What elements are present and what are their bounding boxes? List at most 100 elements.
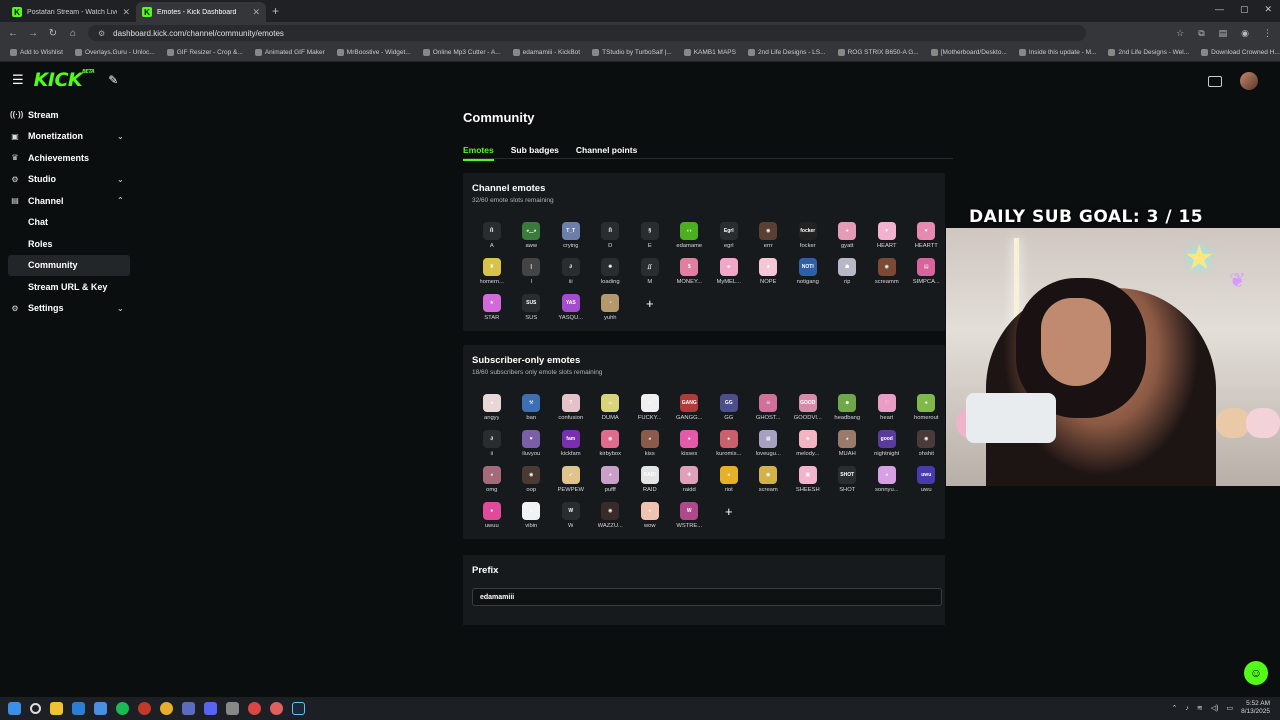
emote-item[interactable]: | I xyxy=(512,258,552,285)
emote-item[interactable]: ∂ ii xyxy=(472,430,512,457)
emote-item[interactable]: ◕ sonnyu... xyxy=(867,466,907,493)
bookmark-item[interactable]: Online Mp3 Cutter - A... xyxy=(422,49,501,56)
sidebar-subitem-chat[interactable]: Chat xyxy=(0,212,140,234)
bookmark-item[interactable]: 2nd Life Designs - LS... xyxy=(747,49,826,56)
emote-item[interactable]: GG GG xyxy=(709,394,749,421)
app-icon[interactable] xyxy=(182,702,195,715)
emote-item[interactable]: ႶA xyxy=(472,222,512,249)
bookmark-item[interactable]: edamamiii - KickBot xyxy=(512,49,580,56)
bookmark-item[interactable]: KAMB1 MAPS xyxy=(683,49,736,56)
creator-pen-icon[interactable]: ✎ xyxy=(108,73,118,87)
emote-item[interactable]: ♥ HEART xyxy=(867,222,907,249)
emote-item[interactable]: ◉ screamm xyxy=(867,258,907,285)
maximize-icon[interactable]: ▢ xyxy=(1240,4,1249,15)
search-icon[interactable] xyxy=(30,703,41,714)
emote-item[interactable]: ◔ yuhh xyxy=(591,294,631,321)
url-field[interactable]: ⚙ dashboard.kick.com/channel/community/e… xyxy=(88,25,1087,41)
chevron-icon[interactable]: ⌃ xyxy=(117,196,124,205)
start-icon[interactable] xyxy=(8,702,21,715)
emote-item[interactable]: ◕ pufff xyxy=(591,466,631,493)
emote-item[interactable]: ? confusion xyxy=(551,394,591,421)
back-icon[interactable]: ← xyxy=(8,28,18,39)
emote-item[interactable]: ● gyatt xyxy=(828,222,868,249)
extensions-icon[interactable]: ⧉ xyxy=(1198,28,1204,39)
emote-item[interactable]: ႶD xyxy=(591,222,631,249)
sidebar-subitem-roles[interactable]: Roles xyxy=(0,233,140,255)
emote-item[interactable]: WW xyxy=(551,502,591,529)
emote-item[interactable]: SHOT SHOT xyxy=(828,466,868,493)
emote-item[interactable]: ☗ rip xyxy=(828,258,868,285)
emote-item[interactable]: ♣ MyMEL... xyxy=(709,258,749,285)
sidebar-item-achievements[interactable]: ♛ Achievements xyxy=(0,147,140,169)
emote-item[interactable]: ♠ kuromis... xyxy=(709,430,749,457)
mod-view-icon[interactable] xyxy=(1208,75,1222,87)
emote-item[interactable]: ☻ headbang xyxy=(828,394,868,421)
emote-item[interactable]: ● homerout xyxy=(907,394,947,421)
discord-icon[interactable] xyxy=(204,702,217,715)
emote-item[interactable]: ◉ ohshit xyxy=(907,430,947,457)
bookmark-item[interactable]: TStudio by TurboSalf |... xyxy=(592,49,672,56)
emote-item[interactable]: ▦ loveugu... xyxy=(749,430,789,457)
emote-item[interactable]: ☺ DUMA xyxy=(591,394,631,421)
emote-item[interactable]: ◕ kiss xyxy=(630,430,670,457)
emote-item[interactable]: $ MONEY... xyxy=(670,258,710,285)
emote-item[interactable]: ✚ raidd xyxy=(670,466,710,493)
prefix-input[interactable]: edamamiii xyxy=(472,588,942,606)
emote-item[interactable]: ◕ omg xyxy=(472,466,512,493)
emote-item[interactable]: ⚒ ban xyxy=(512,394,552,421)
tray-chevron-icon[interactable]: ⌃ xyxy=(1171,704,1177,712)
emote-item[interactable]: ◕ vibin xyxy=(512,502,552,529)
bookmark-item[interactable]: Animated GIF Maker xyxy=(254,49,325,56)
wifi-icon[interactable]: ≋ xyxy=(1197,704,1203,712)
emote-item[interactable]: Egrl egrl xyxy=(709,222,749,249)
chevron-icon[interactable]: ⌄ xyxy=(117,304,124,313)
emote-item[interactable]: ◕ angyy xyxy=(472,394,512,421)
chevron-icon[interactable]: ⌄ xyxy=(117,132,124,141)
emote-item[interactable]: NOTI notigang xyxy=(788,258,828,285)
help-chat-icon[interactable]: ☺ xyxy=(1244,661,1268,685)
emote-item[interactable]: ▭ FUCKY... xyxy=(630,394,670,421)
sidebar-subitem-stream-url-key[interactable]: Stream URL & Key xyxy=(0,276,140,298)
emote-item[interactable]: ● uwuu xyxy=(472,502,512,529)
bookmark-item[interactable]: [Motherboard/Deskto... xyxy=(930,49,1007,56)
emote-item[interactable]: § E xyxy=(630,222,670,249)
spotify-icon[interactable] xyxy=(116,702,129,715)
sidebar-item-studio[interactable]: ⚙ Studio ⌄ xyxy=(0,169,140,191)
emote-item[interactable]: ◖◗ edamame xyxy=(670,222,710,249)
emote-item[interactable]: ✺ loading xyxy=(591,258,631,285)
battery-icon[interactable]: ▭ xyxy=(1226,704,1233,712)
emote-item[interactable]: ᴥ NOPE xyxy=(749,258,789,285)
emote-item[interactable]: fam kickfam xyxy=(551,430,591,457)
emote-item[interactable]: ◉ kirbybox xyxy=(591,430,631,457)
hamburger-menu-icon[interactable]: ☰ xyxy=(12,72,24,88)
emote-item[interactable]: ☠ GHOST... xyxy=(749,394,789,421)
emote-item[interactable]: ◕ riot xyxy=(709,466,749,493)
emote-item[interactable]: ▣ SHEESH xyxy=(788,466,828,493)
emote-item[interactable]: RAID RAID xyxy=(630,466,670,493)
sidebar-item-monetization[interactable]: ▣ Monetization ⌄ xyxy=(0,126,140,148)
kick-logo[interactable]: KICKBETA xyxy=(34,69,95,91)
emote-item[interactable]: GANG GANGG... xyxy=(670,394,710,421)
profile-icon[interactable]: ◉ xyxy=(1241,28,1249,39)
emote-item[interactable]: ◉ errr xyxy=(749,222,789,249)
bookmark-item[interactable]: 2nd Life Designs - Wel... xyxy=(1108,49,1189,56)
emote-item[interactable]: uwu uwu xyxy=(907,466,947,493)
emote-item[interactable]: ◕‿◕ aww xyxy=(512,222,552,249)
emote-item[interactable]: YAS YASQU... xyxy=(551,294,591,321)
bookmark-item[interactable]: Download Crowned H... xyxy=(1201,49,1280,56)
tab-channel-points[interactable]: Channel points xyxy=(576,145,637,158)
sidebar-item-channel[interactable]: ▤ Channel ⌃ xyxy=(0,190,140,212)
clock[interactable]: 5:52 AM 8/13/2025 xyxy=(1241,700,1270,716)
forward-icon[interactable]: → xyxy=(28,28,38,39)
bookmark-item[interactable]: Overlays.Guru - Unloc... xyxy=(75,49,155,56)
emote-item[interactable]: ◉ WAZZU... xyxy=(591,502,631,529)
close-window-icon[interactable]: ✕ xyxy=(1264,4,1272,15)
chrome-icon[interactable] xyxy=(160,702,173,715)
app-icon[interactable] xyxy=(72,702,85,715)
emote-item[interactable]: ♡ heart xyxy=(867,394,907,421)
site-info-icon[interactable]: ⚙ xyxy=(98,29,105,38)
chevron-icon[interactable]: ⌄ xyxy=(117,175,124,184)
app-icon[interactable] xyxy=(226,702,239,715)
emote-item[interactable]: ♜ homern... xyxy=(472,258,512,285)
sidebar-item-settings[interactable]: ⚙ Settings ⌄ xyxy=(0,298,140,320)
